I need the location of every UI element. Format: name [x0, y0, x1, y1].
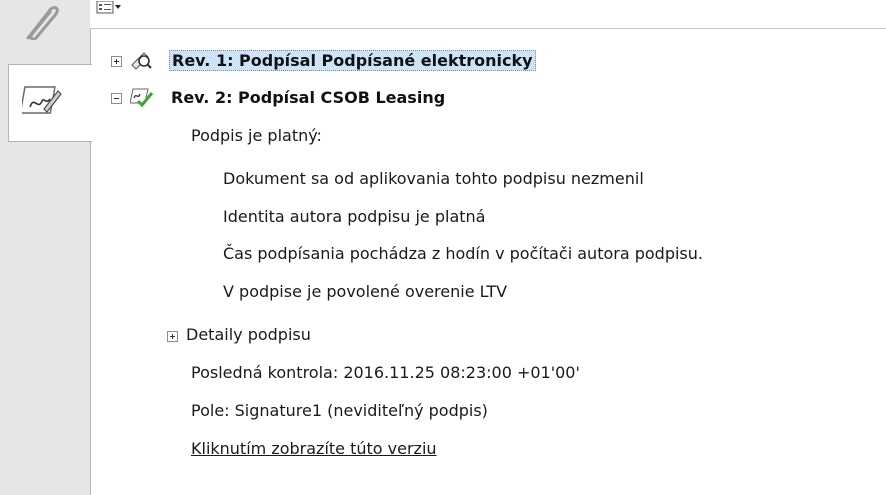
- signature-details-node[interactable]: Detaily podpisu: [167, 325, 367, 355]
- detail-line-text: V podpise je povolené overenie LTV: [223, 282, 508, 301]
- detail-line-2: Identita autora podpisu je platná: [223, 207, 485, 237]
- options-menu-icon: [96, 0, 121, 14]
- collapse-rev2-toggle[interactable]: [111, 93, 122, 104]
- signatures-panel-toolbar: [90, 0, 886, 29]
- last-check: Posledná kontrola: 2016.11.25 08:23:00 +…: [191, 363, 580, 393]
- detail-line-text: Čas podpísania pochádza z hodín v počíta…: [223, 244, 703, 263]
- detail-line-4: V podpise je povolené overenie LTV: [223, 282, 507, 312]
- signature-details-label[interactable]: Detaily podpisu: [186, 325, 311, 344]
- view-version-link[interactable]: Kliknutím zobrazíte túto verziu: [191, 439, 437, 458]
- signature-status-text: Podpis je platný:: [191, 126, 322, 145]
- revision-1-title[interactable]: Rev. 1: Podpísal Podpísané elektronicky: [169, 50, 536, 71]
- detail-line-3: Čas podpísania pochádza z hodín v počíta…: [223, 244, 703, 274]
- signature-field: Pole: Signature1 (neviditeľný podpis): [191, 401, 488, 431]
- revision-2-title[interactable]: Rev. 2: Podpísal CSOB Leasing: [171, 88, 445, 107]
- detail-line-text: Identita autora podpisu je platná: [223, 207, 486, 226]
- signature-status: Podpis je platný:: [191, 126, 322, 156]
- attachments-tab[interactable]: [0, 0, 80, 48]
- signature-field-text: Pole: Signature1 (neviditeľný podpis): [191, 401, 488, 420]
- paperclip-icon: [16, 0, 62, 44]
- revision-2-row[interactable]: Rev. 2: Podpísal CSOB Leasing: [91, 86, 881, 116]
- expand-signature-details-toggle[interactable]: [167, 331, 178, 342]
- signatures-tab[interactable]: [8, 64, 92, 142]
- revision-1-row[interactable]: Rev. 1: Podpísal Podpísané elektronicky: [91, 48, 881, 78]
- signature-pen-icon: [19, 81, 62, 125]
- signatures-tree: Rev. 1: Podpísal Podpísané elektronicky …: [91, 28, 886, 495]
- valid-signature-icon: [129, 85, 154, 113]
- view-version-row[interactable]: Kliknutím zobrazíte túto verziu: [191, 439, 437, 469]
- expand-rev1-toggle[interactable]: [111, 56, 122, 67]
- last-check-text: Posledná kontrola: 2016.11.25 08:23:00 +…: [191, 363, 580, 382]
- options-menu-button[interactable]: [96, 0, 122, 20]
- navigation-sidebar: [0, 0, 92, 495]
- detail-line-text: Dokument sa od aplikovania tohto podpisu…: [223, 169, 644, 188]
- detail-line-1: Dokument sa od aplikovania tohto podpisu…: [223, 169, 644, 199]
- magnifier-signature-icon: [130, 49, 152, 75]
